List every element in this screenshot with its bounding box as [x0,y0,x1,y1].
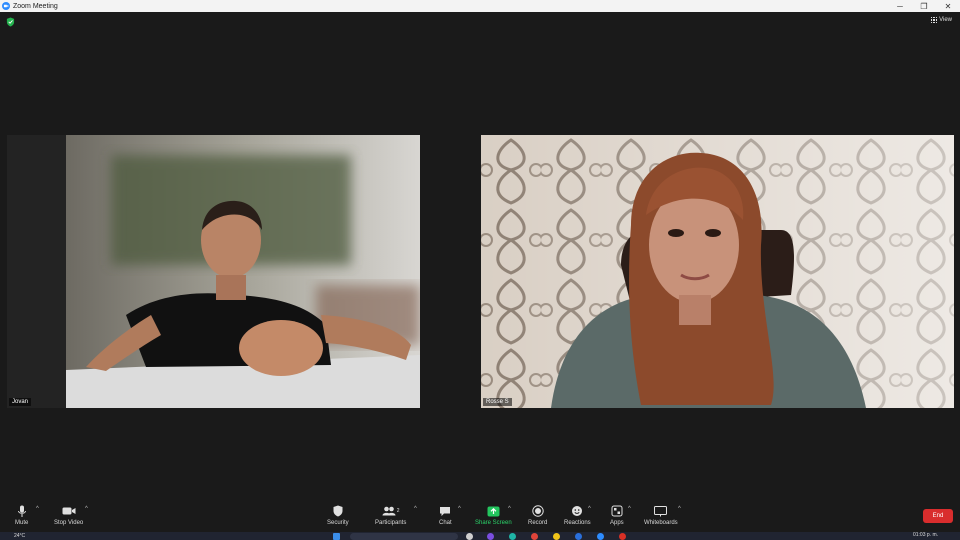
shield-icon [333,504,343,518]
maximize-button[interactable]: ❐ [912,0,936,12]
edge-icon[interactable] [509,533,516,540]
apps-options-chevron-icon[interactable]: ^ [628,506,631,512]
whiteboards-label: Whiteboards [644,520,678,526]
stop-video-label: Stop Video [54,520,84,526]
view-label: View [939,17,952,23]
store-icon[interactable] [575,533,582,540]
end-meeting-button[interactable]: End [923,509,953,523]
participant-name-tag: Jovan [9,398,32,406]
chrome-icon[interactable] [531,533,538,540]
chat-options-chevron-icon[interactable]: ^ [458,506,461,512]
meeting-toolbar: Mute ^ Stop Video ^ Security 2 Participa… [0,500,960,532]
record-icon [531,504,544,518]
minimize-button[interactable]: ─ [888,0,912,12]
file-icon[interactable] [466,533,473,540]
participants-count: 2 [396,508,400,514]
audio-options-chevron-icon[interactable]: ^ [36,506,39,512]
folder-icon[interactable] [553,533,560,540]
participants-button[interactable]: 2 Participants [375,504,406,526]
reactions-icon [571,504,583,518]
share-options-chevron-icon[interactable]: ^ [508,506,511,512]
share-screen-button[interactable]: Share Screen [475,504,512,526]
view-button[interactable]: View [931,17,952,23]
participants-options-chevron-icon[interactable]: ^ [414,506,417,512]
share-screen-label: Share Screen [475,520,512,526]
microphone-icon [17,504,27,518]
apps-icon [611,504,623,518]
video-options-chevron-icon[interactable]: ^ [85,506,88,512]
reactions-options-chevron-icon[interactable]: ^ [588,506,591,512]
reactions-button[interactable]: Reactions [564,504,591,526]
grid-view-icon [931,17,938,23]
participants-label: Participants [375,520,407,526]
chat-label: Chat [439,520,452,526]
system-clock[interactable]: 01:03 p. m. [913,532,938,538]
participant-video-jovan [66,135,420,408]
whiteboard-icon [654,504,668,518]
zoom-app-icon [2,2,10,10]
apps-button[interactable]: Apps [610,504,624,526]
security-button[interactable]: Security [327,504,349,526]
title-bar: Zoom Meeting ─ ❐ ✕ [0,0,960,12]
record-button[interactable]: Record [528,504,547,526]
teams-icon[interactable] [487,533,494,540]
app-icon[interactable] [619,533,626,540]
whiteboards-button[interactable]: Whiteboards [644,504,678,526]
stop-video-button[interactable]: Stop Video [54,504,83,526]
weather-widget[interactable]: 24°C [14,533,25,539]
video-tile-jovan[interactable]: Jovan [7,135,420,408]
mute-button[interactable]: Mute [15,504,28,526]
participant-video-rosse [481,135,954,408]
reactions-label: Reactions [564,520,591,526]
record-label: Record [528,520,548,526]
chat-button[interactable]: Chat [439,504,452,526]
windows-start-icon[interactable] [333,533,340,540]
close-button[interactable]: ✕ [936,0,960,12]
participants-icon: 2 [382,504,400,518]
security-shield-icon[interactable] [6,17,15,27]
os-taskbar: 24°C 01:03 p. m. [0,532,960,540]
video-tile-rosse[interactable]: Rosse S [481,135,954,408]
participant-name-tag: Rosse S [483,398,512,406]
chat-bubble-icon [439,504,451,518]
share-screen-icon [487,504,500,518]
mute-label: Mute [15,520,29,526]
taskbar-search-box[interactable] [350,533,458,540]
apps-label: Apps [610,520,624,526]
whiteboards-options-chevron-icon[interactable]: ^ [678,506,681,512]
security-label: Security [327,520,349,526]
zoom-taskbar-icon[interactable] [597,533,604,540]
video-camera-icon [62,504,76,518]
window-title: Zoom Meeting [13,2,58,10]
